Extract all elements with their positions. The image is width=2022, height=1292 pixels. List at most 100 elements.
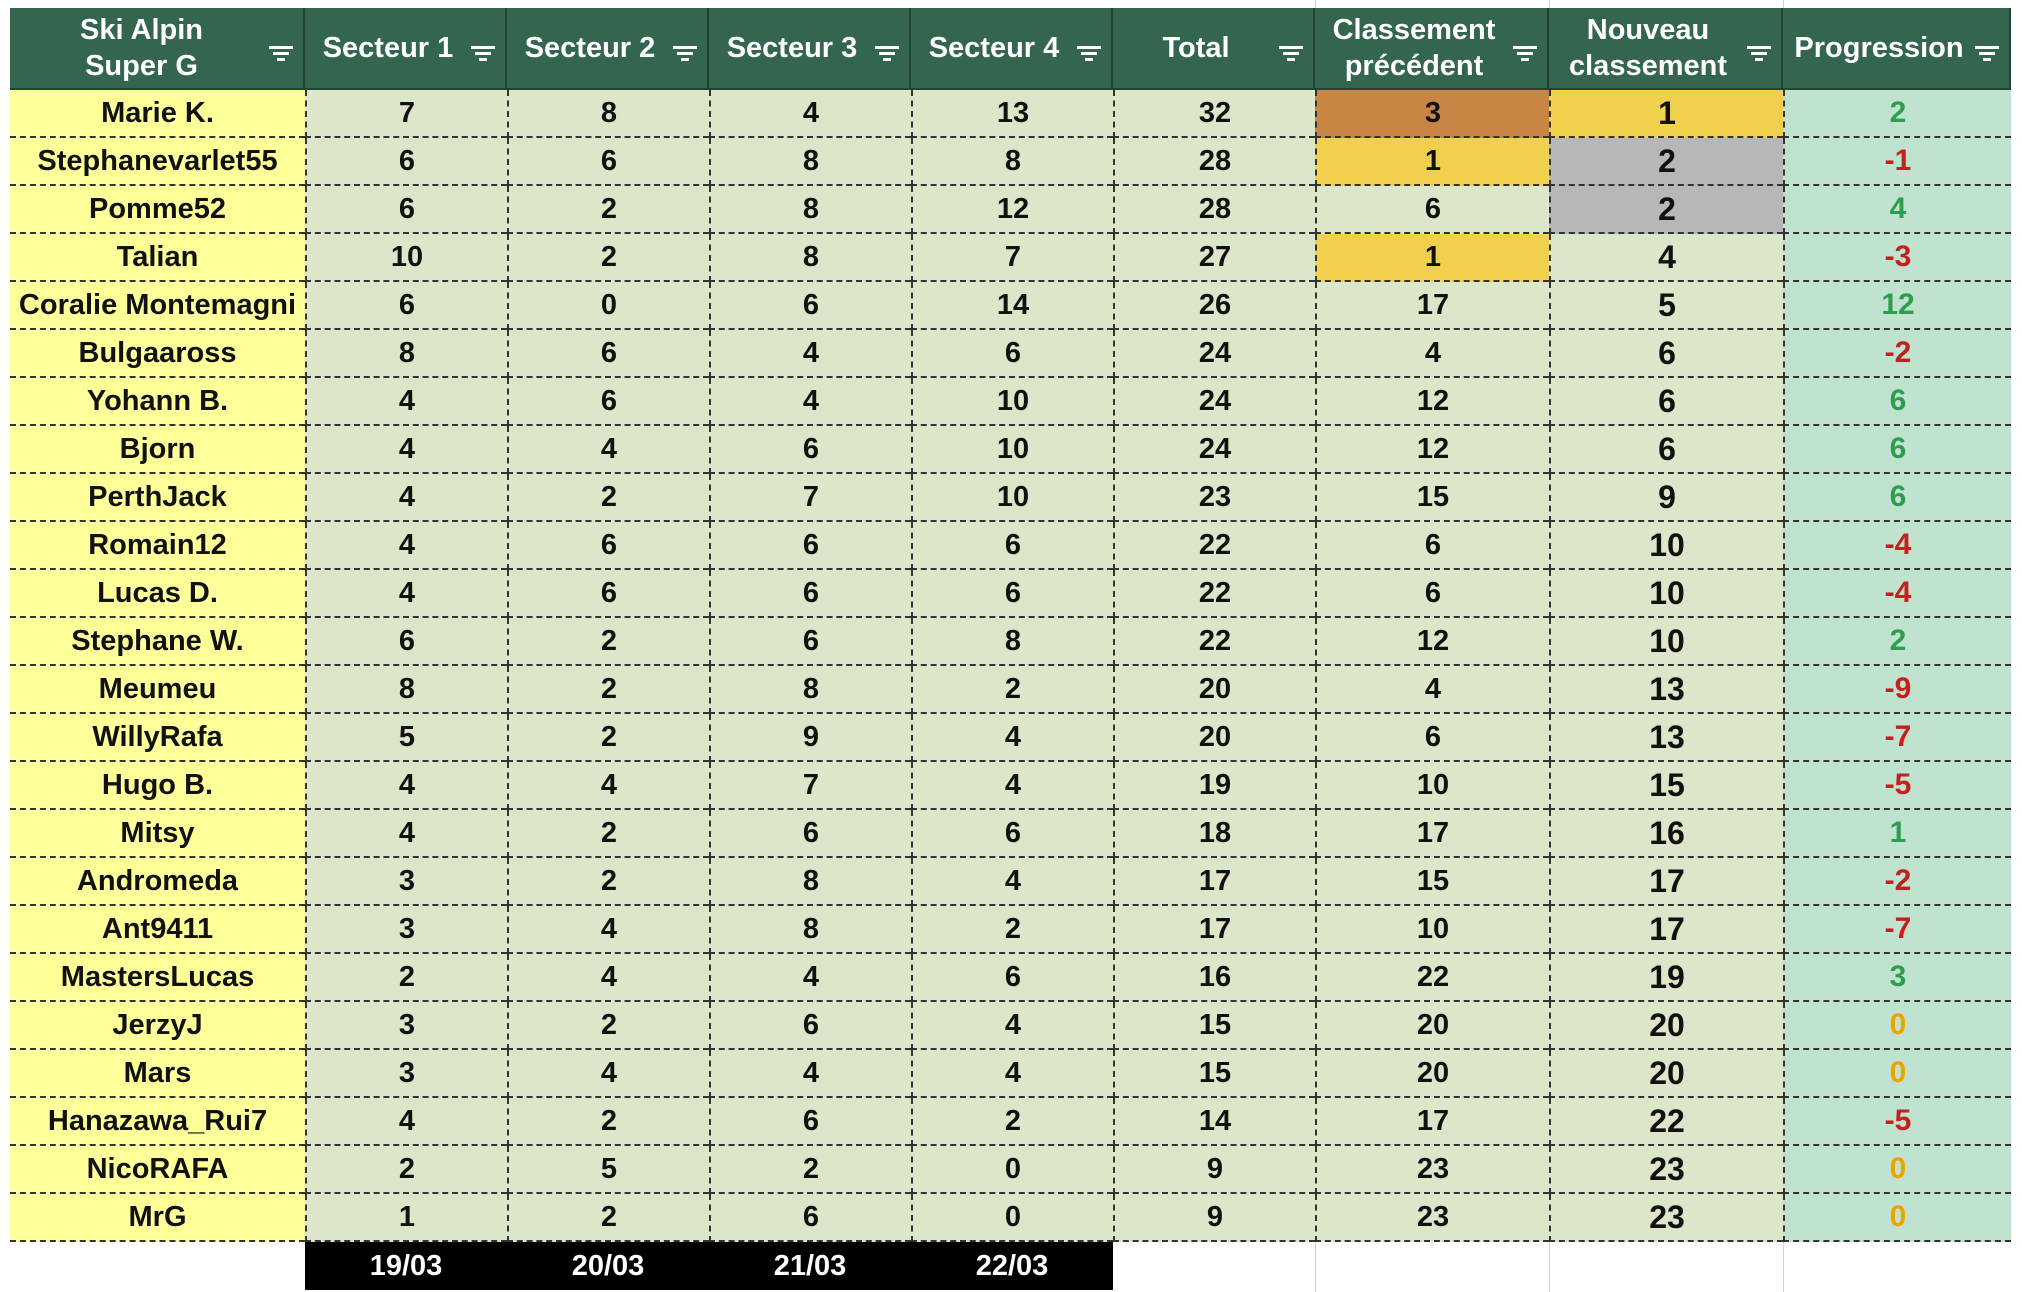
cell-s4[interactable]: 6 (911, 330, 1113, 378)
cell-s2[interactable]: 6 (507, 330, 709, 378)
cell-s3[interactable]: 9 (709, 714, 911, 762)
cell-rank[interactable]: 10 (1549, 570, 1783, 618)
header-secteur-1[interactable]: Secteur 1 (305, 8, 507, 90)
filter-icon[interactable] (673, 46, 697, 62)
player-name[interactable]: Mars (10, 1050, 305, 1098)
cell-total[interactable]: 9 (1113, 1194, 1315, 1242)
cell-prev[interactable]: 4 (1315, 330, 1549, 378)
cell-total[interactable]: 15 (1113, 1002, 1315, 1050)
cell-prev[interactable]: 12 (1315, 378, 1549, 426)
header-secteur-3[interactable]: Secteur 3 (709, 8, 911, 90)
filter-icon[interactable] (1279, 46, 1303, 62)
cell-s3[interactable]: 6 (709, 522, 911, 570)
cell-rank[interactable]: 23 (1549, 1194, 1783, 1242)
cell-s1[interactable]: 4 (305, 474, 507, 522)
cell-rank[interactable]: 17 (1549, 906, 1783, 954)
cell-total[interactable]: 16 (1113, 954, 1315, 1002)
cell-s1[interactable]: 3 (305, 858, 507, 906)
cell-prev[interactable]: 17 (1315, 1098, 1549, 1146)
player-name[interactable]: Coralie Montemagni (10, 282, 305, 330)
cell-s3[interactable]: 2 (709, 1146, 911, 1194)
cell-s1[interactable]: 2 (305, 1146, 507, 1194)
cell-s1[interactable]: 6 (305, 186, 507, 234)
cell-s4[interactable]: 12 (911, 186, 1113, 234)
cell-total[interactable]: 19 (1113, 762, 1315, 810)
filter-icon[interactable] (875, 46, 899, 62)
cell-prog[interactable]: -2 (1783, 858, 2011, 906)
cell-rank[interactable]: 15 (1549, 762, 1783, 810)
cell-s2[interactable]: 4 (507, 426, 709, 474)
cell-s4[interactable]: 8 (911, 138, 1113, 186)
cell-s2[interactable]: 8 (507, 90, 709, 138)
cell-prev[interactable]: 10 (1315, 906, 1549, 954)
cell-prog[interactable]: 0 (1783, 1050, 2011, 1098)
cell-prev[interactable]: 6 (1315, 522, 1549, 570)
cell-s3[interactable]: 8 (709, 666, 911, 714)
cell-rank[interactable]: 9 (1549, 474, 1783, 522)
cell-s4[interactable]: 10 (911, 474, 1113, 522)
cell-s3[interactable]: 7 (709, 474, 911, 522)
cell-rank[interactable]: 2 (1549, 138, 1783, 186)
cell-s1[interactable]: 4 (305, 762, 507, 810)
cell-rank[interactable]: 16 (1549, 810, 1783, 858)
cell-s3[interactable]: 8 (709, 906, 911, 954)
cell-s2[interactable]: 4 (507, 906, 709, 954)
player-name[interactable]: MrG (10, 1194, 305, 1242)
cell-prog[interactable]: 4 (1783, 186, 2011, 234)
cell-s4[interactable]: 13 (911, 90, 1113, 138)
cell-s3[interactable]: 4 (709, 330, 911, 378)
cell-s4[interactable]: 4 (911, 1050, 1113, 1098)
filter-icon[interactable] (1747, 46, 1771, 62)
cell-s1[interactable]: 3 (305, 1050, 507, 1098)
cell-rank[interactable]: 17 (1549, 858, 1783, 906)
cell-s2[interactable]: 2 (507, 618, 709, 666)
cell-s4[interactable]: 10 (911, 378, 1113, 426)
cell-total[interactable]: 32 (1113, 90, 1315, 138)
player-name[interactable]: Lucas D. (10, 570, 305, 618)
cell-s3[interactable]: 8 (709, 858, 911, 906)
cell-prev[interactable]: 6 (1315, 714, 1549, 762)
cell-s1[interactable]: 3 (305, 1002, 507, 1050)
cell-rank[interactable]: 6 (1549, 330, 1783, 378)
cell-rank[interactable]: 10 (1549, 522, 1783, 570)
player-name[interactable]: Hugo B. (10, 762, 305, 810)
cell-s3[interactable]: 6 (709, 1098, 911, 1146)
header-secteur-4[interactable]: Secteur 4 (911, 8, 1113, 90)
player-name[interactable]: Marie K. (10, 90, 305, 138)
cell-prog[interactable]: -4 (1783, 522, 2011, 570)
cell-prog[interactable]: 0 (1783, 1146, 2011, 1194)
filter-icon[interactable] (1513, 46, 1537, 62)
cell-prog[interactable]: 3 (1783, 954, 2011, 1002)
cell-s3[interactable]: 6 (709, 810, 911, 858)
cell-s4[interactable]: 6 (911, 954, 1113, 1002)
cell-s1[interactable]: 10 (305, 234, 507, 282)
cell-total[interactable]: 28 (1113, 186, 1315, 234)
cell-s4[interactable]: 10 (911, 426, 1113, 474)
cell-s1[interactable]: 4 (305, 426, 507, 474)
cell-s1[interactable]: 4 (305, 570, 507, 618)
cell-s2[interactable]: 2 (507, 186, 709, 234)
player-name[interactable]: Bjorn (10, 426, 305, 474)
cell-total[interactable]: 24 (1113, 330, 1315, 378)
cell-s3[interactable]: 7 (709, 762, 911, 810)
cell-s1[interactable]: 1 (305, 1194, 507, 1242)
cell-s4[interactable]: 6 (911, 810, 1113, 858)
cell-prev[interactable]: 6 (1315, 570, 1549, 618)
cell-total[interactable]: 23 (1113, 474, 1315, 522)
cell-rank[interactable]: 13 (1549, 714, 1783, 762)
player-name[interactable]: Ant9411 (10, 906, 305, 954)
cell-s3[interactable]: 6 (709, 618, 911, 666)
cell-total[interactable]: 22 (1113, 618, 1315, 666)
cell-prog[interactable]: 1 (1783, 810, 2011, 858)
cell-s4[interactable]: 6 (911, 522, 1113, 570)
cell-total[interactable]: 17 (1113, 906, 1315, 954)
cell-s1[interactable]: 8 (305, 330, 507, 378)
cell-prog[interactable]: 2 (1783, 90, 2011, 138)
cell-prev[interactable]: 17 (1315, 810, 1549, 858)
cell-rank[interactable]: 23 (1549, 1146, 1783, 1194)
cell-prev[interactable]: 1 (1315, 234, 1549, 282)
player-name[interactable]: Bulgaaross (10, 330, 305, 378)
cell-total[interactable]: 15 (1113, 1050, 1315, 1098)
cell-prog[interactable]: -4 (1783, 570, 2011, 618)
cell-prev[interactable]: 10 (1315, 762, 1549, 810)
